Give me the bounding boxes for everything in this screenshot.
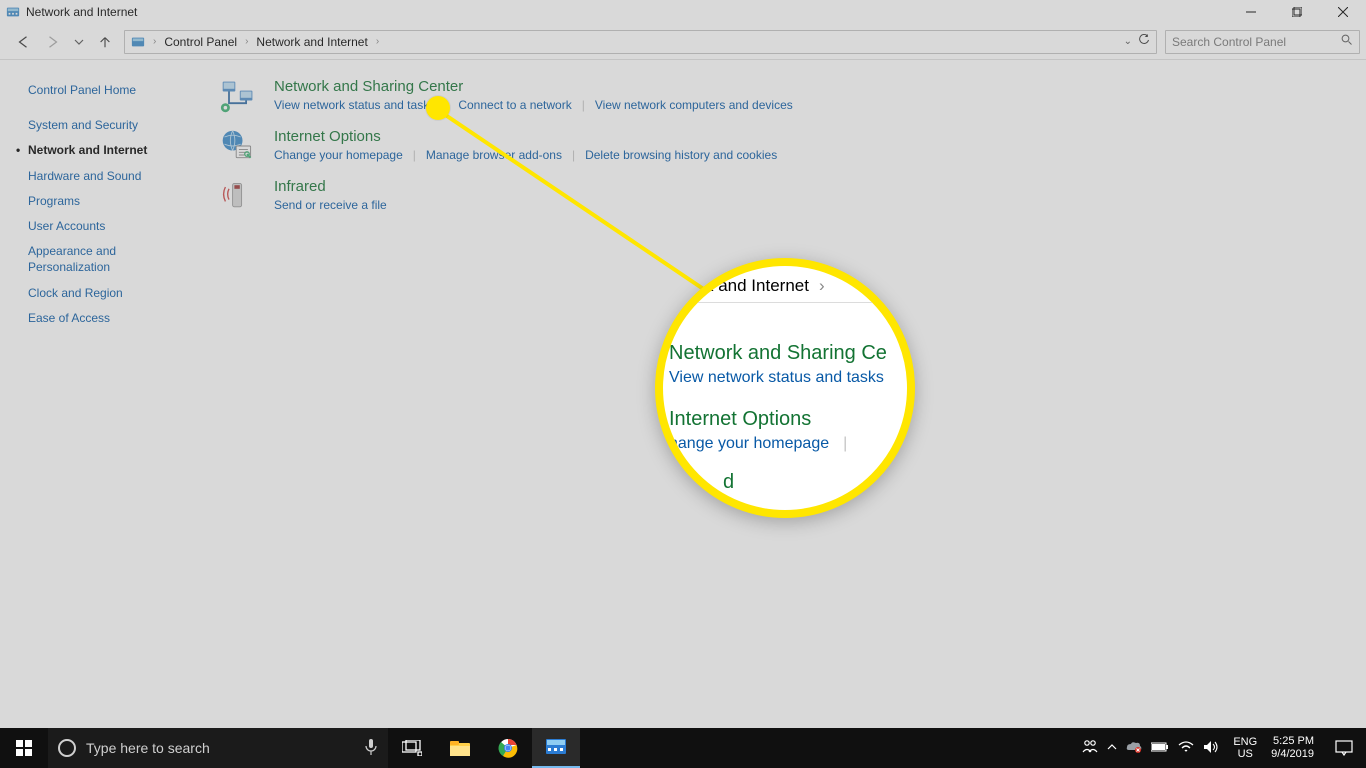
- action-center-icon[interactable]: [1322, 728, 1366, 768]
- sidebar-item-ease-of-access[interactable]: Ease of Access: [28, 310, 206, 326]
- chevron-right-icon: ›: [245, 36, 248, 47]
- task-change-homepage[interactable]: Change your homepage: [274, 148, 403, 162]
- internet-options-icon: [220, 128, 256, 164]
- category-network-sharing: Network and Sharing Center View network …: [220, 78, 1346, 114]
- callout-sec3-fragment: d: [723, 471, 734, 494]
- network-sharing-icon: [220, 78, 256, 114]
- sidebar-item-programs[interactable]: Programs: [28, 193, 206, 209]
- chevron-right-icon: ›: [376, 36, 379, 47]
- battery-icon[interactable]: [1151, 741, 1169, 755]
- start-button[interactable]: [0, 728, 48, 768]
- sidebar-item-hardware-sound[interactable]: Hardware and Sound: [28, 168, 206, 184]
- callout-sec2-title: Internet Options: [669, 408, 903, 431]
- search-icon: [1341, 34, 1353, 49]
- taskbar-search-placeholder: Type here to search: [86, 740, 210, 756]
- tray-overflow-icon[interactable]: [1107, 741, 1117, 755]
- task-send-receive-file[interactable]: Send or receive a file: [274, 198, 387, 212]
- taskbar: Type here to search: [0, 728, 1366, 768]
- wifi-icon[interactable]: [1178, 741, 1194, 756]
- sidebar-home[interactable]: Control Panel Home: [28, 82, 206, 98]
- callout-sec1-title: Network and Sharing Ce: [669, 342, 903, 365]
- search-input[interactable]: Search Control Panel: [1165, 30, 1360, 54]
- taskbar-app-explorer[interactable]: [436, 728, 484, 768]
- clock[interactable]: 5:25 PM9/4/2019: [1263, 735, 1322, 760]
- window-titlebar: Network and Internet: [0, 0, 1366, 24]
- people-icon[interactable]: [1082, 738, 1098, 758]
- minimize-button[interactable]: [1228, 0, 1274, 24]
- category-infrared: Infrared Send or receive a file: [220, 178, 1346, 214]
- task-connect-network[interactable]: Connect to a network: [458, 98, 571, 112]
- category-title[interactable]: Infrared: [274, 178, 387, 195]
- category-title[interactable]: Internet Options: [274, 128, 777, 145]
- taskbar-app-control-panel[interactable]: [532, 728, 580, 768]
- volume-icon[interactable]: [1203, 740, 1219, 757]
- callout-anchor-dot: [426, 96, 450, 120]
- back-button[interactable]: [12, 31, 34, 53]
- infrared-icon: [220, 178, 256, 214]
- window-controls: [1228, 0, 1366, 24]
- onedrive-icon[interactable]: [1126, 741, 1142, 756]
- sidebar-item-network-internet[interactable]: Network and Internet: [28, 142, 206, 158]
- breadcrumb-current[interactable]: Network and Internet: [256, 35, 367, 49]
- close-button[interactable]: [1320, 0, 1366, 24]
- address-dropdown-icon[interactable]: ⌄: [1124, 36, 1132, 47]
- callout-sec2-sub: hange your homepage|: [669, 435, 903, 453]
- language-indicator[interactable]: ENGUS: [1227, 736, 1263, 760]
- sidebar-item-system-security[interactable]: System and Security: [28, 117, 206, 133]
- category-internet-options: Internet Options Change your homepage | …: [220, 128, 1346, 164]
- taskbar-search[interactable]: Type here to search: [48, 728, 388, 768]
- taskbar-app-chrome[interactable]: [484, 728, 532, 768]
- task-view-computers[interactable]: View network computers and devices: [595, 98, 793, 112]
- system-tray[interactable]: [1074, 738, 1227, 758]
- sidebar-item-clock-region[interactable]: Clock and Region: [28, 285, 206, 301]
- cortana-icon: [58, 739, 76, 757]
- callout-breadcrumb-fragment: k and Internet›: [705, 276, 825, 296]
- callout-magnifier: k and Internet› Network and Sharing Ce V…: [655, 258, 915, 518]
- forward-button[interactable]: [42, 31, 64, 53]
- sidebar-item-user-accounts[interactable]: User Accounts: [28, 218, 206, 234]
- category-title[interactable]: Network and Sharing Center: [274, 78, 793, 95]
- search-placeholder: Search Control Panel: [1172, 35, 1286, 49]
- microphone-icon[interactable]: [364, 738, 378, 759]
- task-view-status[interactable]: View network status and tasks: [274, 98, 435, 112]
- sidebar: Control Panel Home System and Security N…: [0, 60, 210, 728]
- breadcrumb-root[interactable]: Control Panel: [164, 35, 237, 49]
- up-button[interactable]: [94, 31, 116, 53]
- task-view-button[interactable]: [388, 728, 436, 768]
- recent-locations-dropdown[interactable]: [72, 31, 86, 53]
- control-panel-icon: [131, 35, 145, 49]
- window-title: Network and Internet: [26, 5, 137, 19]
- sidebar-item-appearance[interactable]: Appearance and Personalization: [28, 243, 168, 275]
- chevron-right-icon: ›: [153, 36, 156, 47]
- address-bar[interactable]: › Control Panel › Network and Internet ›…: [124, 30, 1157, 54]
- control-panel-icon: [6, 5, 20, 19]
- refresh-icon[interactable]: [1138, 34, 1150, 49]
- maximize-button[interactable]: [1274, 0, 1320, 24]
- task-delete-history[interactable]: Delete browsing history and cookies: [585, 148, 777, 162]
- callout-sec1-sub: View network status and tasks: [669, 369, 903, 387]
- toolbar: › Control Panel › Network and Internet ›…: [0, 24, 1366, 60]
